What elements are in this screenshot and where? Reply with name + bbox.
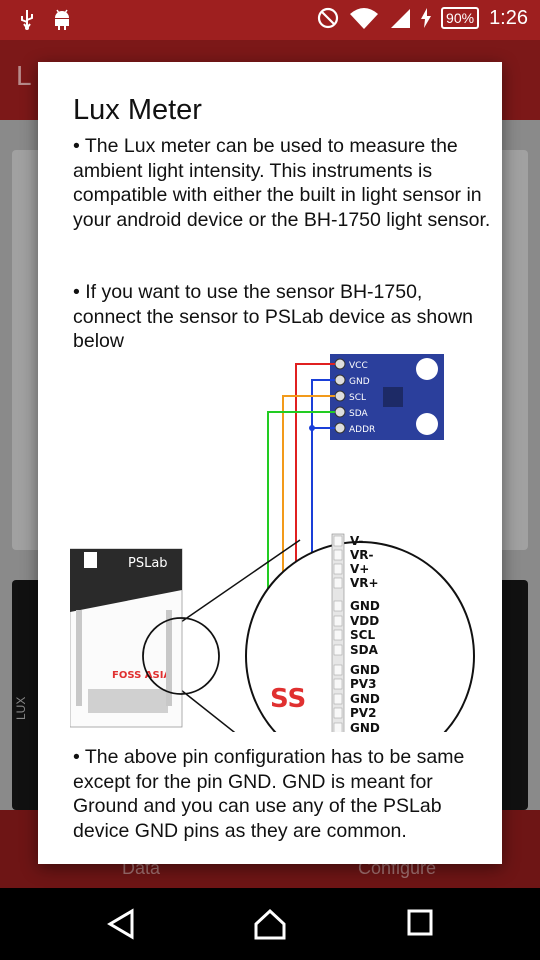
fossasia-logo: FOSS ASIA [112, 670, 171, 681]
board-pin-socket [333, 644, 343, 656]
dialog-paragraph-intro: • The Lux meter can be used to measure t… [73, 135, 491, 231]
board-pin-socket [333, 615, 343, 627]
board-pin-label: PV3 [350, 677, 376, 691]
board-pin-socket [333, 664, 343, 676]
board-pin-label: PV2 [350, 706, 376, 720]
navigation-bar [0, 888, 540, 960]
battery-indicator: 90% [441, 7, 480, 29]
board-pin-label: SDA [350, 643, 379, 657]
board-pin-socket [333, 563, 343, 575]
pslab-board: PSLab FOSS ASIA [70, 548, 183, 728]
back-icon[interactable] [106, 908, 136, 940]
board-pin-label: GND [350, 599, 380, 613]
pslab-board-label: PSLab [128, 556, 168, 571]
help-dialog: Lux Meter • The Lux meter can be used to… [38, 62, 502, 864]
sensor-pin-scl: SCL [349, 393, 366, 403]
wiring-diagram: VCC GND SCL SDA ADDR PSLab FOSS ASIA SS … [70, 354, 475, 732]
dialog-title: Lux Meter [73, 94, 202, 126]
home-icon[interactable] [253, 908, 287, 940]
board-pin-socket [333, 678, 343, 690]
app-title-letter: L [16, 60, 32, 91]
status-bar: 90% 1:26 [0, 0, 540, 40]
sensor-pin-sda: SDA [349, 409, 368, 419]
charging-icon [421, 8, 432, 28]
board-pin-label: VDD [350, 614, 379, 628]
board-pin-label: GND [350, 692, 380, 706]
board-pin-label: VR+ [350, 576, 379, 590]
board-pin-socket [333, 693, 343, 705]
board-pin-socket [333, 549, 343, 561]
board-pin-label: V- [350, 534, 363, 548]
recents-icon[interactable] [406, 908, 434, 938]
board-pin-label: GND [350, 721, 380, 732]
board-pin-socket [333, 722, 343, 732]
board-pin-label: VR- [350, 548, 374, 562]
clock: 1:26 [489, 6, 528, 29]
android-icon [55, 9, 69, 30]
board-pin-socket [333, 600, 343, 612]
dialog-paragraph-connect: • If you want to use the sensor BH-1750,… [73, 281, 473, 352]
signal-icon [391, 9, 411, 28]
sensor-pin-gnd: GND [349, 377, 370, 387]
dnd-icon [317, 7, 339, 29]
board-pin-socket [333, 577, 343, 589]
usb-icon [21, 10, 33, 30]
zoom-magnifier: SS V-VR-V+VR+GNDVDDSCLSDAGNDPV3GNDPV2GND… [245, 533, 475, 732]
wifi-icon [350, 8, 379, 29]
board-pin-socket [333, 629, 343, 641]
dialog-paragraph-note: • The above pin configuration has to be … [73, 746, 465, 842]
board-pin-socket [333, 707, 343, 719]
zoom-fossasia-fragment: SS [270, 684, 306, 714]
board-pin-label: SCL [350, 628, 375, 642]
board-pin-label: GND [350, 663, 380, 677]
sensor-pin-vcc: VCC [349, 361, 368, 371]
board-pin-socket [333, 535, 343, 547]
board-pin-label: V+ [350, 562, 369, 576]
side-axis-label: LUX [14, 696, 28, 720]
sensor-pin-addr: ADDR [349, 425, 375, 435]
